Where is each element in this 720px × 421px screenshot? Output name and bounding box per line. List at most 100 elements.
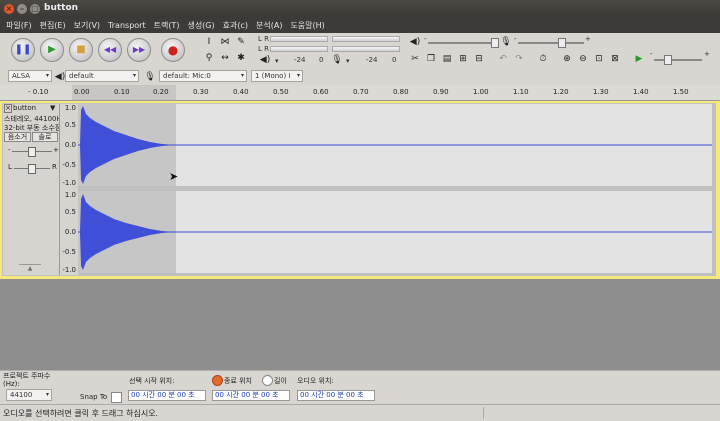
menu-tracks[interactable]: 트랙(T) (154, 20, 180, 31)
playback-meter[interactable] (270, 36, 328, 42)
waveform-left-channel[interactable]: ➤ (78, 104, 712, 186)
play-at-speed-icon[interactable]: ▶ (632, 53, 646, 65)
play-button[interactable]: ▶ (40, 38, 64, 62)
zoom-in-icon[interactable]: ⊕ (560, 53, 574, 65)
selection-tool-icon[interactable]: I (202, 36, 216, 48)
gain-thumb[interactable] (28, 147, 36, 157)
record-meter[interactable] (270, 46, 328, 52)
menu-help[interactable]: 도움말(H) (290, 20, 324, 31)
pan-left-label: L (8, 163, 12, 171)
vertical-ruler[interactable]: 1.0 0.5 0.0 -0.5 -1.0 1.0 0.5 0.0 -0.5 -… (60, 104, 78, 275)
multi-tool-icon[interactable]: ✱ (234, 52, 248, 64)
project-rate-select[interactable]: 44100 ▾ (6, 389, 52, 401)
status-bar: 오디오를 선택하려면 클릭 후 드래그 하십시오. (0, 404, 720, 421)
menu-bar: 파일(F) 편집(E) 보기(V) Transport 트랙(T) 생성(G) … (0, 18, 720, 33)
speed-thumb[interactable] (664, 55, 672, 65)
output-device-select[interactable]: default ▾ (65, 70, 139, 82)
title-bar: × – □ button (0, 0, 720, 18)
maximize-window-icon[interactable]: □ (30, 4, 40, 14)
playback-meter-right[interactable] (332, 36, 400, 42)
input-volume-mic-icon: 🎙 (500, 37, 512, 47)
envelope-tool-icon[interactable]: ⋈ (218, 36, 232, 48)
timeline-ruler[interactable]: - 0.10 0.00 0.10 0.20 0.30 0.40 0.50 0.6… (0, 85, 720, 101)
close-track-icon[interactable]: × (4, 104, 12, 113)
close-window-icon[interactable]: × (4, 4, 14, 14)
end-label: 종료 위치 (224, 377, 252, 385)
ruler-tick: 1.30 (593, 88, 609, 96)
draw-tool-icon[interactable]: ✎ (234, 36, 248, 48)
chevron-down-icon: ▾ (45, 391, 49, 398)
length-radio[interactable] (262, 375, 273, 386)
track-name-menu[interactable]: button (13, 104, 36, 112)
end-radio[interactable] (212, 375, 223, 386)
paste-icon[interactable]: ▤ (440, 53, 454, 65)
ruler-tick: 1.00 (473, 88, 489, 96)
window-title: button (44, 3, 79, 13)
track-menu-arrow-icon[interactable]: ▼ (50, 104, 55, 112)
chevron-down-icon: ▾ (240, 72, 244, 79)
menu-generate[interactable]: 생성(G) (187, 20, 214, 31)
fit-selection-icon[interactable]: ⊡ (592, 53, 606, 65)
menu-view[interactable]: 보기(V) (74, 20, 100, 31)
skip-end-button[interactable]: ▶▶ (127, 38, 151, 62)
record-button[interactable]: ● (161, 38, 185, 62)
menu-effect[interactable]: 효과(c) (223, 20, 248, 31)
speaker-meter-icon[interactable]: ◀) (258, 54, 272, 66)
output-volume-thumb[interactable] (491, 38, 499, 48)
ruler-tick: 0.10 (114, 88, 130, 96)
audio-position-time[interactable]: 00 시간 00 분 00 초 (297, 390, 375, 401)
gain-plus: + (53, 146, 59, 154)
fit-project-icon[interactable]: ⊠ (608, 53, 622, 65)
scale-label: -0.5 (62, 248, 76, 256)
mic-meter-icon[interactable]: 🎙 (330, 54, 344, 66)
menu-analyze[interactable]: 분석(A) (256, 20, 282, 31)
selection-start-label: 선택 시작 위치: (129, 377, 175, 385)
audio-host-value: ALSA (12, 72, 31, 80)
scale-label: 0.0 (64, 228, 76, 236)
meter-db-label: -24 (294, 56, 306, 64)
selection-end-time[interactable]: 00 시간 00 분 00 초 (212, 390, 290, 401)
zoom-tool-icon[interactable]: ⚲ (202, 52, 216, 64)
minimize-window-icon[interactable]: – (17, 4, 27, 14)
input-volume-thumb[interactable] (558, 38, 566, 48)
speed-slider[interactable] (654, 59, 702, 61)
pause-button[interactable]: ❚❚ (11, 38, 35, 62)
audio-host-select[interactable]: ALSA ▾ (8, 70, 52, 82)
skip-start-button[interactable]: ◀◀ (98, 38, 122, 62)
menu-file[interactable]: 파일(F) (6, 20, 32, 31)
selection-start-time[interactable]: 00 시간 00 분 00 초 (128, 390, 206, 401)
pan-thumb[interactable] (28, 164, 36, 174)
menu-transport[interactable]: Transport (108, 21, 146, 30)
zoom-out-icon[interactable]: ⊖ (576, 53, 590, 65)
output-volume-slider[interactable] (428, 42, 494, 44)
track-control-panel[interactable]: × button ▼ 스테레오, 44100Hz 32-bit 부동 소수점 음… (3, 104, 60, 275)
meter-arrow-icon[interactable]: ▾ (275, 57, 279, 65)
silence-icon[interactable]: ⊟ (472, 53, 486, 65)
menu-edit[interactable]: 편집(E) (40, 20, 66, 31)
ruler-tick: 0.00 (74, 88, 90, 96)
stop-button[interactable]: ■ (69, 38, 93, 62)
mic-arrow-icon[interactable]: ▾ (346, 57, 350, 65)
collapse-track-icon[interactable]: ▲ (19, 264, 41, 273)
scale-label: 1.0 (64, 104, 76, 112)
scale-label: -0.5 (62, 161, 76, 169)
sync-lock-icon[interactable]: ⏱ (536, 53, 550, 65)
solo-button[interactable]: 솔로 (32, 132, 58, 142)
snap-to-checkbox[interactable] (111, 392, 122, 403)
input-volume-slider[interactable] (518, 42, 584, 44)
record-meter-right[interactable] (332, 46, 400, 52)
undo-icon[interactable]: ↶ (496, 53, 510, 65)
status-divider (483, 407, 484, 419)
redo-icon[interactable]: ↷ (512, 53, 526, 65)
waveform-right-channel[interactable] (78, 191, 712, 273)
mute-button[interactable]: 음소거 (4, 132, 31, 142)
copy-icon[interactable]: ❐ (424, 53, 438, 65)
ruler-tick: 0.80 (393, 88, 409, 96)
cut-icon[interactable]: ✂ (408, 53, 422, 65)
mic-minus: - (514, 35, 517, 43)
meter-db-label-2: -24 (366, 56, 378, 64)
input-channels-select[interactable]: 1 (Mono) I ▾ (251, 70, 303, 82)
timeshift-tool-icon[interactable]: ↔ (218, 52, 232, 64)
trim-icon[interactable]: ⊞ (456, 53, 470, 65)
input-device-select[interactable]: default: Mic:0 ▾ (159, 70, 247, 82)
